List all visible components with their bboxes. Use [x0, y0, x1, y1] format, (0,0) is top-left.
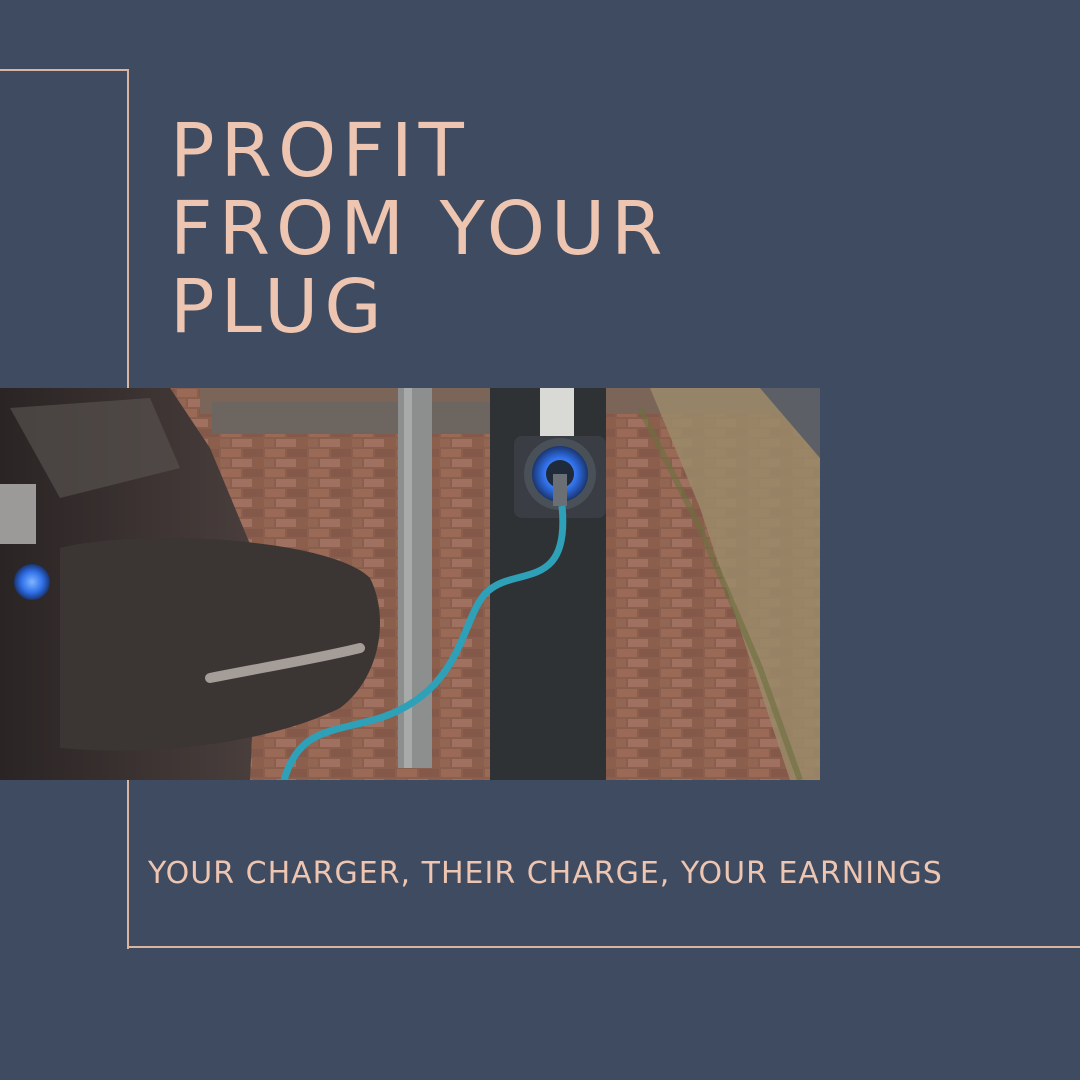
frame-line-bottom	[127, 946, 1080, 948]
headline-line-1: PROFIT	[170, 108, 470, 194]
headline: PROFIT FROM YOUR PLUG	[170, 112, 669, 346]
poster: PROFIT FROM YOUR PLUG YOUR CHARGER, THEI…	[0, 0, 1080, 1080]
headline-line-2: FROM YOUR	[170, 186, 669, 272]
tagline: YOUR CHARGER, THEIR CHARGE, YOUR EARNING…	[148, 856, 943, 891]
ev-charging-photo	[0, 388, 820, 780]
frame-line-top	[0, 69, 129, 71]
headline-line-3: PLUG	[170, 264, 388, 350]
